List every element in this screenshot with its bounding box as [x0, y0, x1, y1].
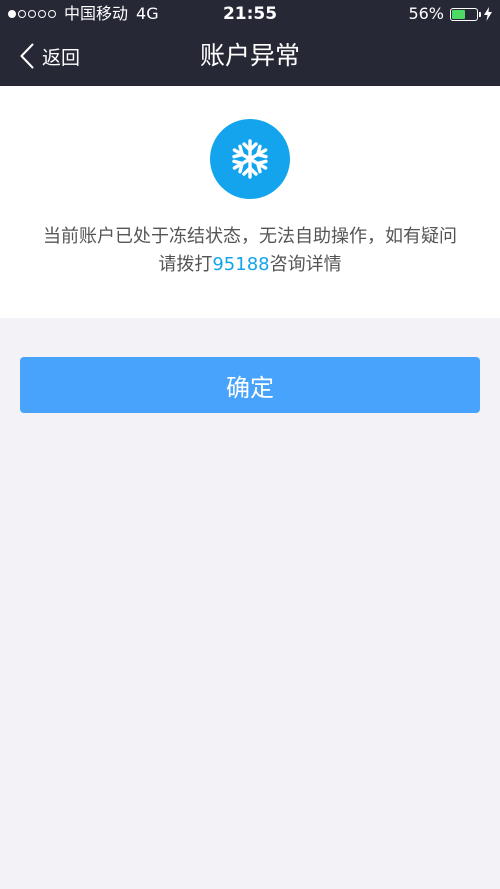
- battery-tip: [479, 11, 481, 17]
- battery-percent: 56%: [408, 4, 444, 23]
- status-right: 56%: [408, 0, 492, 28]
- freeze-badge: [210, 119, 290, 199]
- phone-number-link[interactable]: 95188: [212, 254, 269, 275]
- battery-icon: [450, 7, 481, 21]
- top-bar: 中国移动 4G 21:55 56% 返回 账户异常: [0, 0, 500, 86]
- snowflake-icon: [232, 139, 268, 179]
- page-title: 账户异常: [199, 41, 300, 70]
- battery-level: [452, 9, 466, 19]
- message-text-end: 咨询详情: [269, 254, 342, 275]
- confirm-button[interactable]: 确定: [20, 357, 480, 413]
- freeze-message: 当前账户已处于冻结状态，无法自助操作，如有疑问请拨打95188咨询详情: [40, 223, 460, 279]
- status-bar: 中国移动 4G 21:55 56%: [0, 0, 500, 28]
- charging-bolt-icon: [484, 7, 492, 21]
- notice-card: 当前账户已处于冻结状态，无法自助操作，如有疑问请拨打95188咨询详情: [0, 86, 500, 318]
- navigation-bar: 返回 账户异常: [0, 28, 500, 84]
